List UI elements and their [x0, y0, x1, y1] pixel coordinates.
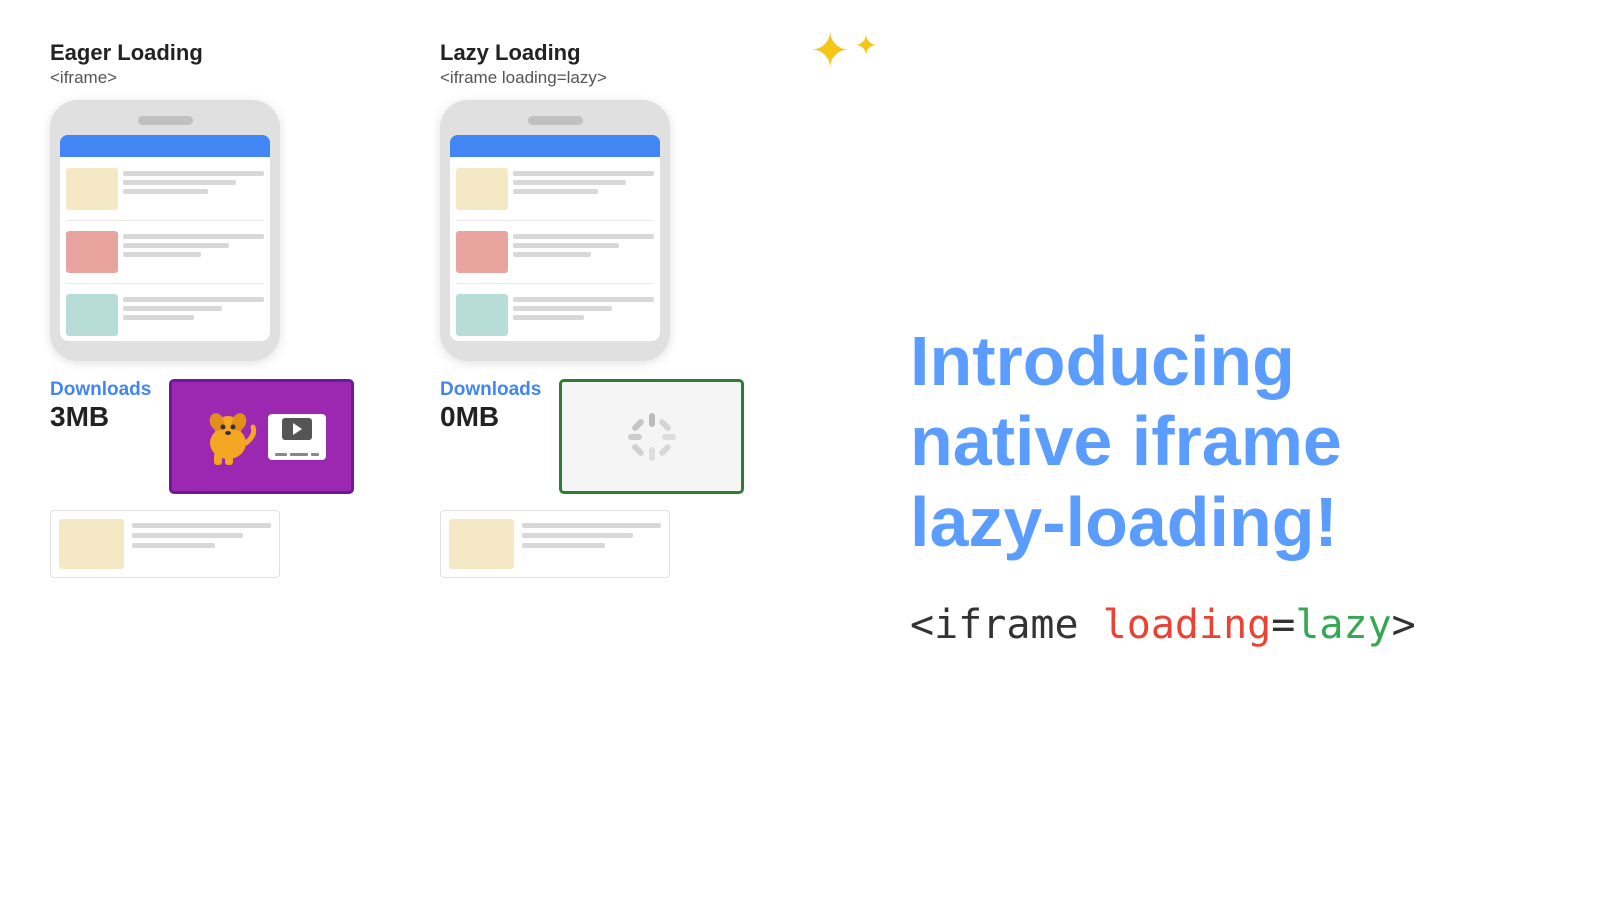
card-image-yellow-1: [66, 168, 118, 210]
eager-downloads-label: Downloads: [50, 379, 151, 401]
lazy-label-row: Lazy Loading <iframe loading=lazy>: [440, 40, 607, 88]
below-card-image-eager: [59, 519, 124, 569]
phone-notch: [138, 116, 193, 125]
card-image-red-1: [66, 231, 118, 273]
video-player-icon: [268, 414, 326, 460]
code-bracket-close: >: [1392, 602, 1416, 648]
code-lazy-keyword: lazy: [1295, 602, 1391, 648]
eager-column: Eager Loading <iframe>: [50, 40, 390, 889]
eager-title: Eager Loading: [50, 40, 203, 66]
code-loading-keyword: loading: [1103, 602, 1272, 648]
phone-notch-lazy: [528, 116, 583, 125]
loading-spinner-icon: [622, 407, 682, 467]
eager-subtitle: <iframe>: [50, 68, 203, 88]
right-section: Introducing native iframe lazy-loading! …: [850, 40, 1550, 889]
lazy-downloads-row: Downloads 0MB: [440, 379, 780, 494]
card-image-red-2: [456, 231, 508, 273]
dog-icon: [198, 407, 258, 467]
sparkle-small-icon: ✦: [854, 32, 877, 60]
card-image-teal-2: [456, 294, 508, 336]
card-image-yellow-2: [456, 168, 508, 210]
eager-phone: [50, 100, 280, 361]
lazy-downloads-info: Downloads 0MB: [440, 379, 541, 433]
lazy-downloads-value: 0MB: [440, 401, 541, 433]
lazy-phone: [440, 100, 670, 361]
eager-below-card: [50, 510, 280, 578]
lazy-downloads-label: Downloads: [440, 379, 541, 401]
lazy-label: Lazy Loading <iframe loading=lazy>: [440, 40, 607, 88]
eager-screen: [60, 135, 270, 341]
lazy-title: Lazy Loading: [440, 40, 607, 66]
eager-label: Eager Loading <iframe>: [50, 40, 203, 88]
lazy-below-card: [440, 510, 670, 578]
code-bracket-open: <iframe: [910, 602, 1103, 648]
eager-downloads-row: Downloads 3MB: [50, 379, 390, 494]
code-tag-display: <iframe loading=lazy>: [910, 602, 1550, 648]
eager-downloads-value: 3MB: [50, 401, 151, 433]
sparkle-decoration: ✦ ✦: [810, 28, 878, 76]
sparkle-big-icon: ✦: [810, 28, 850, 76]
lazy-subtitle: <iframe loading=lazy>: [440, 68, 607, 88]
below-card-image-lazy: [449, 519, 514, 569]
code-equals: =: [1271, 602, 1295, 648]
lazy-iframe-preview: [559, 379, 744, 494]
eager-iframe-preview: [169, 379, 354, 494]
eager-downloads-info: Downloads 3MB: [50, 379, 151, 433]
lazy-screen: [450, 135, 660, 341]
card-image-teal-1: [66, 294, 118, 336]
hero-text: Introducing native iframe lazy-loading!: [910, 321, 1550, 563]
lazy-column: Lazy Loading <iframe loading=lazy>: [440, 40, 780, 889]
